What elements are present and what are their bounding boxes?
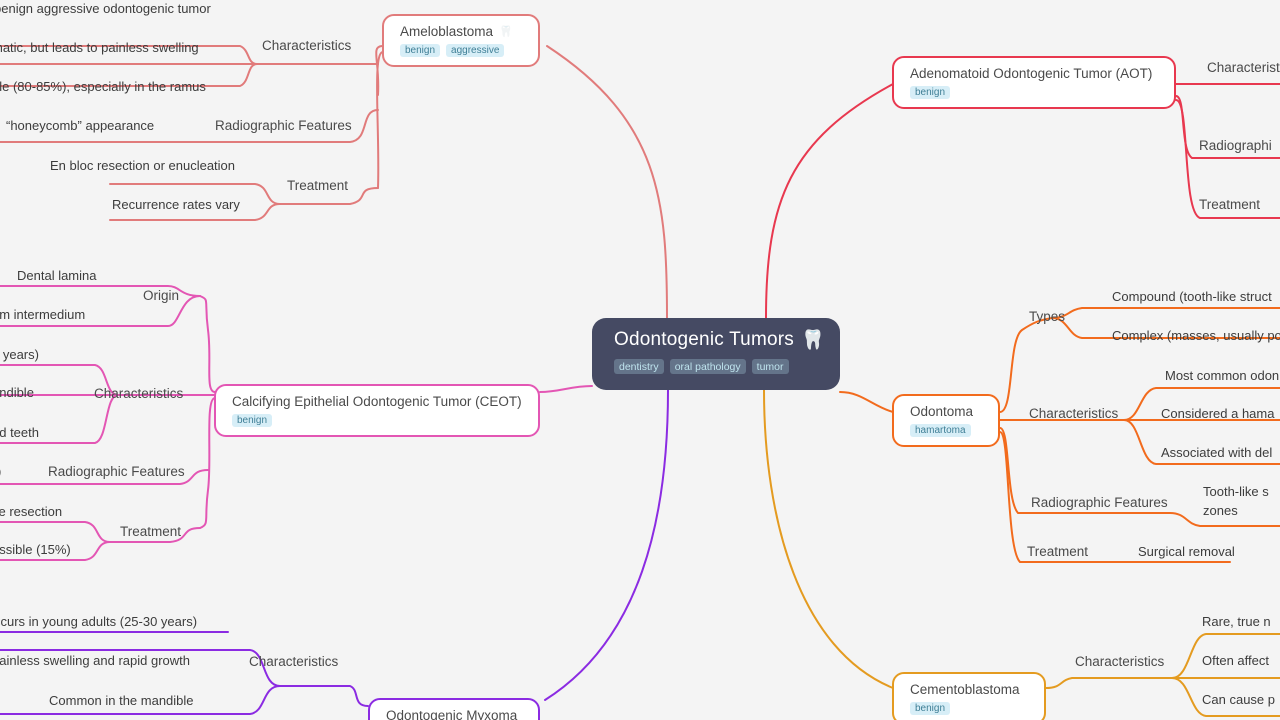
link-cem-char-hub [1045,677,1173,689]
node-odontoma[interactable]: Odontoma hamartoma [892,394,1000,447]
leaf-ceot-7: ve resection [0,504,63,519]
node-ameloblastoma[interactable]: Ameloblastoma 🦷 benign aggressive [382,14,540,67]
leaf-ceot-1: Dental lamina [17,268,97,283]
link-ceot-i7 [0,521,111,543]
mindmap-canvas: Odontogenic Tumors 🦷 dentistry oral path… [0,0,1280,720]
link-center-ameloblastoma [546,45,668,319]
leaf-odontoma-6b: zones [1203,503,1238,518]
leaf-amelo-3: ble (80-85%), especially in the ramus [0,79,206,94]
link-odo-types-hub [999,317,1053,413]
leaf-myxoma-3: Common in the mandible [49,693,194,708]
label-ceot-radiographic: Radiographic Features [48,464,185,479]
node-aot[interactable]: Adenomatoid Odontogenic Tumor (AOT) beni… [892,56,1176,109]
center-tag-dentistry: dentistry [614,359,664,374]
leaf-myxoma-1: ccurs in young adults (25-30 years) [0,614,198,629]
label-aot-treatment: Treatment [1199,197,1261,212]
node-aot-tags: benign [910,86,1160,99]
label-aot-characteristics: Characteristi [1207,60,1280,75]
cementoblastoma-title-text: Cementoblastoma [910,682,1020,697]
tag-benign: benign [910,86,951,99]
leaf-odontoma-4: Considered a hama [1161,406,1275,421]
leaf-odontoma-6: Tooth-like s [1203,484,1269,499]
tag-benign: benign [232,414,273,427]
odontoma-title-text: Odontoma [910,404,974,419]
leaf-ceot-4: andible [0,385,34,400]
leaf-cementoblastoma-2: Often affect [1202,653,1269,668]
ameloblastoma-title-text: Ameloblastoma [400,24,494,39]
link-ceot-fanA [199,295,216,393]
center-tag-oral-pathology: oral pathology [669,359,746,374]
link-center-myxoma [544,389,669,701]
label-ceot-characteristics: Characteristics [94,386,184,401]
node-ameloblastoma-tags: benign aggressive [400,44,524,57]
myxoma-title-text: Odontogenic Myxoma [386,708,518,720]
node-ameloblastoma-title: Ameloblastoma 🦷 [400,24,524,39]
node-odontoma-title: Odontoma [910,404,984,419]
link-center-odontoma [839,391,894,413]
label-odontoma-characteristics: Characteristics [1029,406,1119,421]
node-cementoblastoma-title: Cementoblastoma [910,682,1030,697]
leaf-cementoblastoma-3: Can cause p [1202,692,1275,707]
link-amelo-fanB [376,51,384,189]
tag-hamartoma: hamartoma [910,424,971,437]
leaf-amelo-2: matic, but leads to painless swelling [0,40,199,55]
link-odo-i1 [1051,307,1280,319]
node-ceot-tags: benign [232,414,524,427]
leaf-amelo-1: benign aggressive odontogenic tumor [0,1,211,16]
tag-benign: benign [400,44,441,57]
leaf-odontoma-5: Associated with del [1161,445,1273,460]
label-odontoma-treatment: Treatment [1027,544,1089,559]
leaf-amelo-5: En bloc resection or enucleation [50,158,236,173]
ceot-title-text: Calcifying Epithelial Odontogenic Tumor … [232,394,522,409]
node-aot-title: Adenomatoid Odontogenic Tumor (AOT) [910,66,1160,81]
leaf-ceot-2: um intermedium [0,307,86,322]
link-myx-char-hub [279,685,369,707]
label-odontoma-types: Types [1029,309,1066,324]
leaf-ceot-6: ) [0,464,1,479]
node-ceot[interactable]: Calcifying Epithelial Odontogenic Tumor … [214,384,540,437]
label-aot-radiographic: Radiographi [1199,138,1272,153]
link-center-ceot [539,385,593,393]
tooth-icon: 🦷 [499,26,513,38]
center-tag-list: dentistry oral pathology tumor [614,359,820,374]
tooth-icon: 🦷 [800,330,825,351]
link-odo-radio [999,427,1280,527]
tag-benign: benign [910,702,951,715]
node-ceot-title: Calcifying Epithelial Odontogenic Tumor … [232,394,524,409]
label-myxoma-characteristics: Characteristics [249,654,339,669]
label-ameloblastoma-characteristics: Characteristics [262,38,352,53]
label-ameloblastoma-treatment: Treatment [287,178,349,193]
leaf-amelo-4: “honeycomb” appearance [6,118,155,133]
node-cementoblastoma-tags: benign [910,702,1030,715]
leaf-odontoma-2: Complex (masses, usually po [1112,328,1280,343]
label-odontoma-radiographic: Radiographic Features [1031,495,1168,510]
leaf-ceot-5: ed teeth [0,425,39,440]
node-odontoma-tags: hamartoma [910,424,984,437]
leaf-myxoma-2: painless swelling and rapid growth [0,653,191,668]
leaf-odontoma-3: Most common odon [1165,368,1280,383]
center-node-title: Odontogenic Tumors 🦷 [614,328,825,352]
tag-aggressive: aggressive [446,44,505,57]
node-myxoma-title: Odontogenic Myxoma [386,708,524,720]
center-title-text: Odontogenic Tumors [614,329,794,350]
leaf-cementoblastoma-1: Rare, true n [1202,614,1271,629]
leaf-amelo-6: Recurrence rates vary [112,197,240,212]
leaf-odontoma-1: Compound (tooth-like struct [1112,289,1272,304]
aot-title-text: Adenomatoid Odontogenic Tumor (AOT) [910,66,1153,81]
leaf-ceot-8: ossible (15%) [0,542,71,557]
label-ceot-origin: Origin [143,288,180,303]
leaf-odontoma-7: Surgical removal [1138,544,1235,559]
label-ceot-treatment: Treatment [120,524,182,539]
leaf-ceot-3: 0 years) [0,347,39,362]
node-odontogenic-myxoma[interactable]: Odontogenic Myxoma [368,698,540,720]
link-center-cementoblastoma [763,389,894,689]
node-cementoblastoma[interactable]: Cementoblastoma benign [892,672,1046,720]
link-ceot-fanB [199,397,216,529]
link-center-aot [765,83,894,319]
label-ameloblastoma-radiographic: Radiographic Features [215,118,352,133]
label-cementoblastoma-characteristics: Characteristics [1075,654,1165,669]
center-tag-tumor: tumor [751,359,789,374]
center-node[interactable]: Odontogenic Tumors 🦷 dentistry oral path… [592,318,840,390]
